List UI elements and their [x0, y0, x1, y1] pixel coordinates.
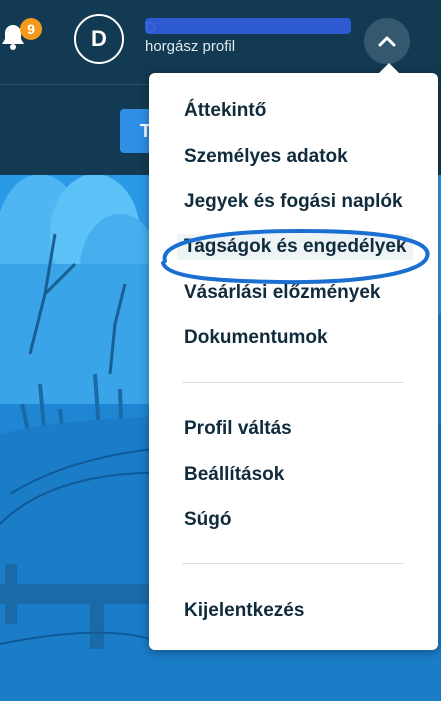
- menu-item-logout[interactable]: Kijelentkezés: [184, 600, 304, 622]
- menu-divider: [182, 563, 404, 564]
- menu-item-settings[interactable]: Beállítások: [184, 464, 284, 486]
- notification-badge: 9: [20, 18, 42, 40]
- dropdown-caret: [378, 63, 400, 74]
- menu-item-purchase-history[interactable]: Vásárlási előzmények: [184, 282, 380, 304]
- menu-item-switch-profile[interactable]: Profil váltás: [184, 418, 292, 440]
- menu-item-personal-data[interactable]: Személyes adatok: [184, 146, 348, 168]
- top-header: 9 D D horgász profil: [0, 0, 441, 84]
- avatar[interactable]: D: [74, 14, 124, 64]
- menu-divider: [182, 382, 404, 383]
- menu-item-overview[interactable]: Áttekintő: [184, 100, 266, 122]
- user-role: horgász profil: [145, 38, 236, 55]
- menu-item-help[interactable]: Súgó: [184, 509, 232, 531]
- menu-item-tickets-catch-logs[interactable]: Jegyek és fogási naplók: [184, 191, 403, 213]
- name-redaction-mark: [145, 18, 351, 34]
- menu-item-documents[interactable]: Dokumentumok: [184, 327, 328, 349]
- chevron-up-icon: [378, 36, 396, 47]
- profile-dropdown-menu: Áttekintő Személyes adatok Jegyek és fog…: [149, 63, 438, 650]
- menu-item-memberships-permits[interactable]: Tagságok és engedélyek: [177, 234, 414, 260]
- menu-toggle-button[interactable]: [364, 18, 410, 64]
